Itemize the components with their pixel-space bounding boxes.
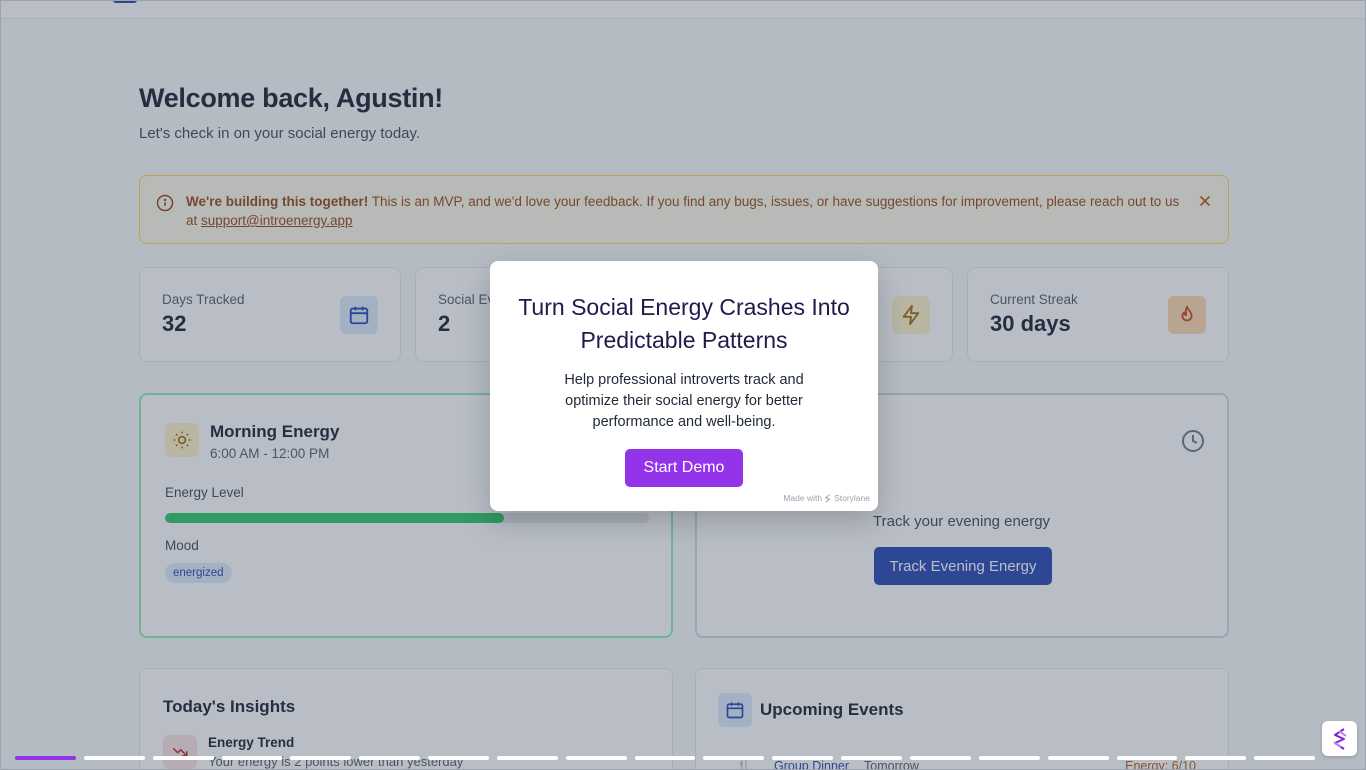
progress-segment[interactable] [978,756,1040,760]
made-with-storylane[interactable]: Made with Storylane [783,493,870,503]
start-demo-button[interactable]: Start Demo [625,449,743,487]
storylane-badge-icon[interactable] [1322,721,1357,756]
progress-segment[interactable] [496,756,558,760]
progress-segment[interactable] [1047,756,1109,760]
modal-title: Turn Social Energy Crashes Into Predicta… [518,294,850,353]
progress-segment[interactable] [841,756,902,760]
made-with-text: Made with [783,493,823,503]
progress-segment[interactable] [703,756,765,760]
progress-segment[interactable] [1254,756,1316,760]
demo-progress-bar [15,756,1316,760]
progress-segment[interactable] [428,756,489,760]
storylane-brand: Storylane [834,493,870,503]
progress-segment[interactable] [290,756,352,760]
progress-segment[interactable] [15,756,76,760]
app-frame: Welcome back, Agustin! Let's check in on… [0,0,1366,770]
progress-segment[interactable] [359,756,421,760]
progress-segment[interactable] [565,756,627,760]
progress-segment[interactable] [221,756,283,760]
progress-segment[interactable] [1116,756,1178,760]
progress-segment[interactable] [909,756,971,760]
progress-segment[interactable] [1185,756,1247,760]
modal-body: Help professional introverts track and o… [564,372,804,430]
progress-segment[interactable] [152,756,214,760]
demo-modal: Turn Social Energy Crashes Into Predicta… [490,261,878,511]
progress-segment[interactable] [634,756,696,760]
progress-segment[interactable] [772,756,834,760]
storylane-logo-icon [824,493,831,503]
progress-segment[interactable] [83,756,145,760]
